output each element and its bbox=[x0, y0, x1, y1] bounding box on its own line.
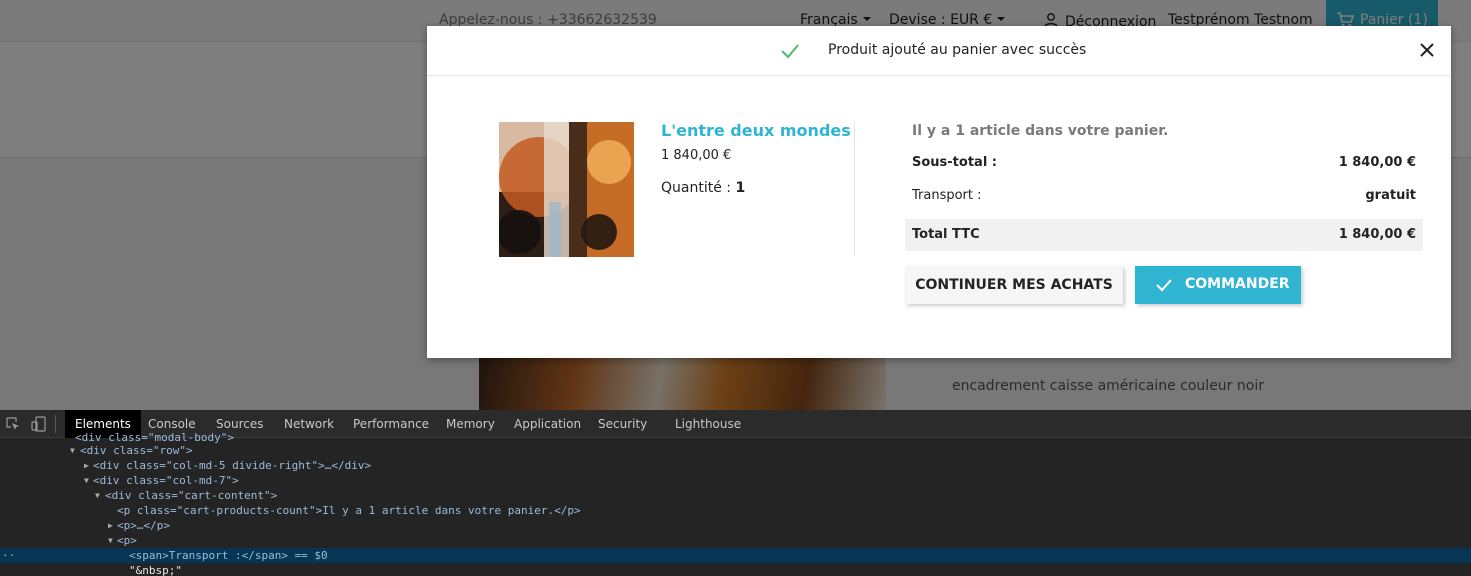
code-line[interactable]: "&nbsp;" bbox=[0, 563, 1471, 576]
checkout-label: Commander bbox=[1185, 276, 1290, 292]
modal-header: Produit ajouté au panier avec succès bbox=[427, 26, 1451, 76]
shipping-value: gratuit bbox=[1365, 188, 1416, 203]
modal-title: Produit ajouté au panier avec succès bbox=[828, 42, 1087, 58]
shipping-label: Transport : bbox=[912, 188, 982, 203]
close-icon[interactable] bbox=[1417, 40, 1437, 60]
code-line-selected[interactable]: ·· <span>Transport :</span> == $0 bbox=[0, 548, 1471, 563]
checkout-button[interactable]: Commander bbox=[1135, 266, 1301, 304]
product-quantity: Quantité : 1 bbox=[661, 180, 745, 196]
elements-tree: <div class="modal-body"> ▼ <div class="ro… bbox=[0, 431, 1471, 576]
subtotal-label: Sous-total : bbox=[912, 155, 997, 170]
product-price: 1 840,00 € bbox=[661, 148, 732, 163]
shipping-row: Transport : gratuit bbox=[905, 180, 1423, 212]
code-line[interactable]: ▼ <div class="row"> bbox=[0, 443, 1471, 458]
check-icon bbox=[1156, 279, 1172, 292]
vertical-divider bbox=[854, 122, 855, 256]
subtotal-value: 1 840,00 € bbox=[1338, 155, 1416, 170]
check-icon bbox=[781, 44, 799, 59]
code-line[interactable]: ▼ <div class="cart-content"> bbox=[0, 488, 1471, 503]
cart-products-count: Il y a 1 article dans votre panier. bbox=[912, 123, 1169, 139]
quantity-label: Quantité : bbox=[661, 180, 731, 196]
subtotal-row: Sous-total : 1 840,00 € bbox=[905, 147, 1423, 179]
devtools-panel: Elements Console Sources Network Perform… bbox=[0, 410, 1471, 576]
cart-modal: Produit ajouté au panier avec succès L'e… bbox=[427, 26, 1451, 358]
code-line[interactable]: <p class="cart-products-count">Il y a 1 … bbox=[0, 503, 1471, 518]
code-line[interactable]: ▼ <div class="col-md-7"> bbox=[0, 473, 1471, 488]
total-label: Total TTC bbox=[912, 227, 980, 242]
total-value: 1 840,00 € bbox=[1338, 227, 1416, 242]
code-line[interactable]: ▶ <p>…</p> bbox=[0, 518, 1471, 533]
product-image bbox=[499, 122, 634, 257]
product-name[interactable]: L'entre deux mondes bbox=[661, 121, 851, 140]
code-line[interactable]: ▶ <div class="col-md-5 divide-right">…</d… bbox=[0, 458, 1471, 473]
continue-shopping-button[interactable]: Continuer mes achats bbox=[905, 266, 1123, 304]
code-line[interactable]: ▼ <p> bbox=[0, 533, 1471, 548]
quantity-value: 1 bbox=[735, 180, 746, 196]
total-row: Total TTC 1 840,00 € bbox=[905, 219, 1423, 251]
